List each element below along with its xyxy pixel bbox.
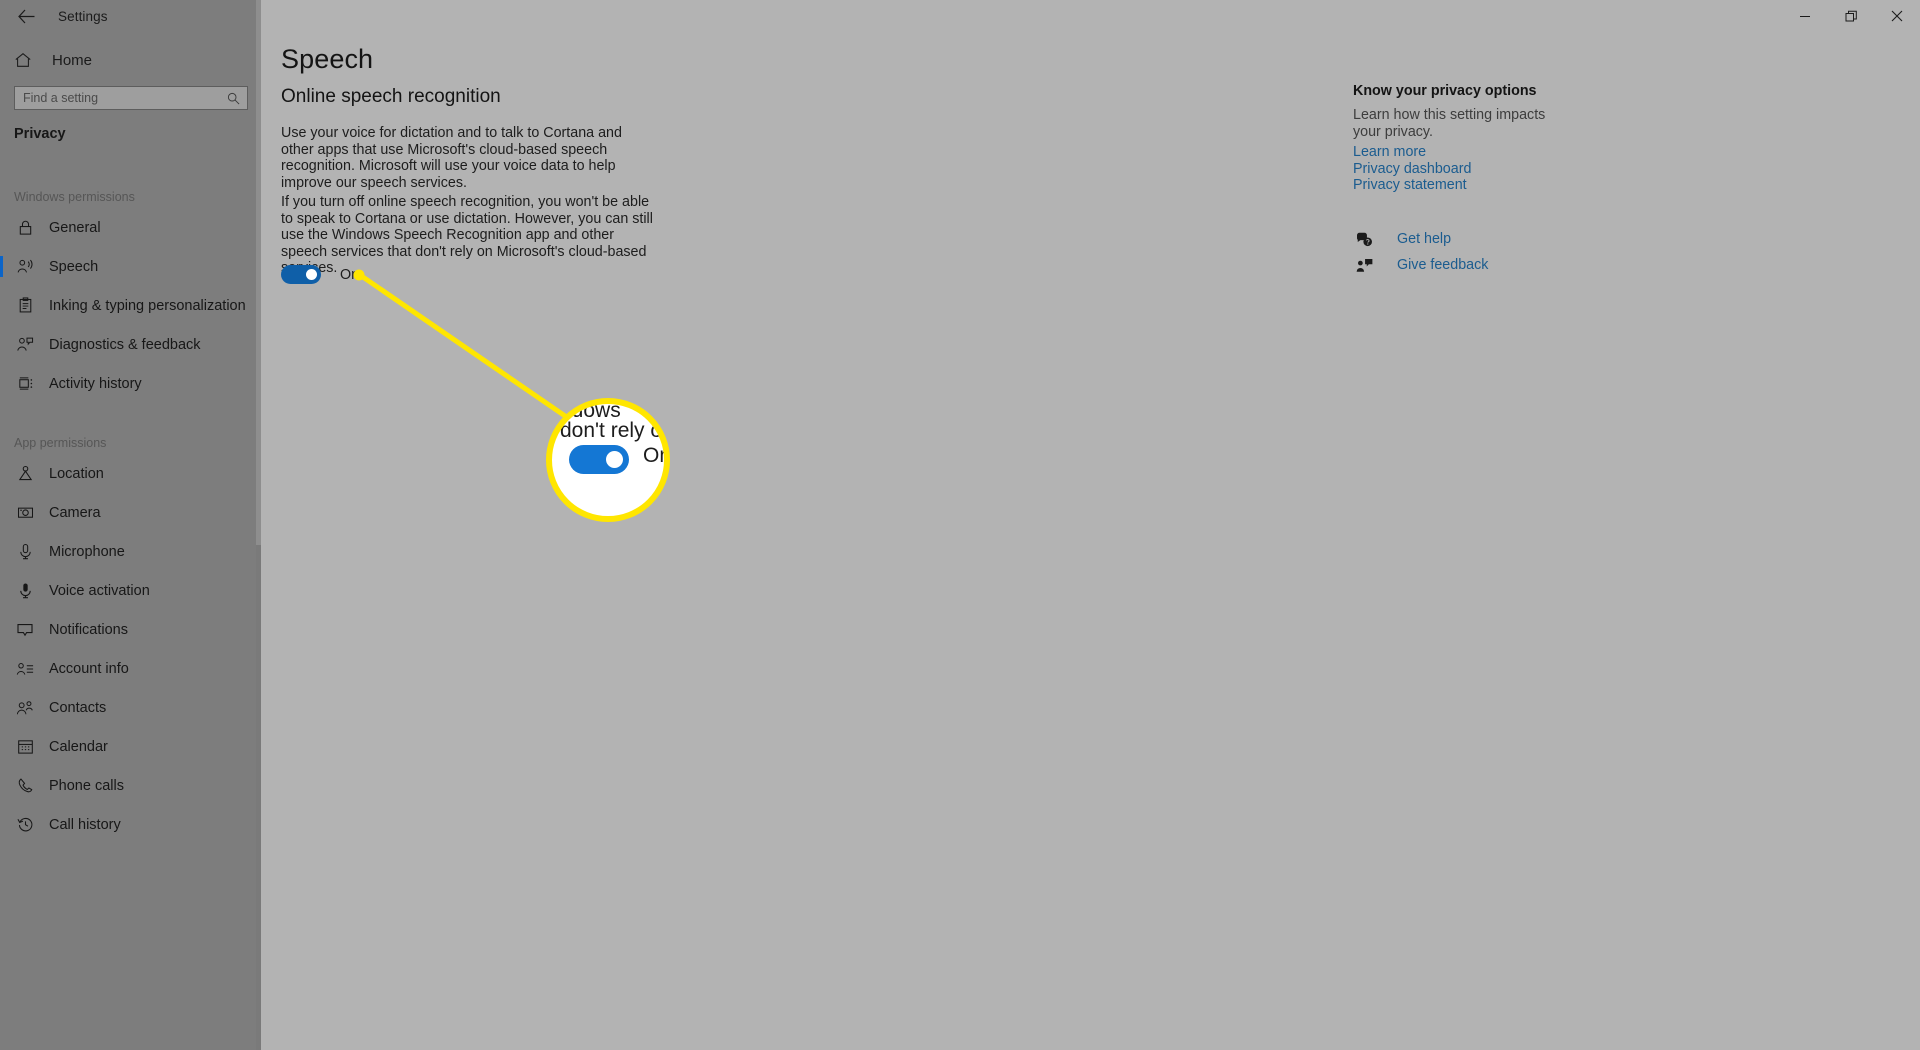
give-feedback-action[interactable]: Give feedback xyxy=(1353,257,1488,273)
nav-group-windows-permissions: Windows permissions General Speech Inkin… xyxy=(0,186,261,403)
toggle-state-label: On xyxy=(340,266,360,283)
online-speech-recognition-toggle[interactable] xyxy=(281,265,321,284)
sidebar-item-calendar[interactable]: Calendar xyxy=(0,727,250,766)
main-content: Speech Online speech recognition Use you… xyxy=(261,0,1920,1050)
give-feedback-label: Give feedback xyxy=(1397,257,1489,273)
sidebar-item-speech[interactable]: Speech xyxy=(0,247,250,286)
sidebar-item-call-history[interactable]: Call history xyxy=(0,805,250,844)
back-button[interactable] xyxy=(4,0,48,32)
sidebar-category-title: Privacy xyxy=(14,126,66,142)
sidebar-item-account-info[interactable]: Account info xyxy=(0,649,250,688)
sidebar-item-diagnostics-feedback[interactable]: Diagnostics & feedback xyxy=(0,325,250,364)
sidebar-item-home[interactable]: Home xyxy=(0,44,250,76)
nav-group-app-permissions: App permissions Location Camera Micropho… xyxy=(0,432,261,844)
sidebar-item-inking-typing-personalization-label: Inking & typing personalization xyxy=(49,297,246,314)
sidebar-item-microphone[interactable]: Microphone xyxy=(0,532,250,571)
right-pane-subtitle: Learn how this setting impacts your priv… xyxy=(1353,107,1546,140)
sidebar-item-notifications[interactable]: Notifications xyxy=(0,610,250,649)
contacts-icon xyxy=(14,697,36,719)
sidebar-item-phone-calls-label: Phone calls xyxy=(49,777,124,794)
account-info-icon xyxy=(14,658,36,680)
sidebar-scroll-area: Home Privacy Windows permissions xyxy=(0,0,261,1050)
sidebar-item-account-info-label: Account info xyxy=(49,660,129,677)
sidebar-item-activity-history[interactable]: Activity history xyxy=(0,364,250,403)
title-bar: Settings xyxy=(0,0,1920,32)
sidebar-item-microphone-label: Microphone xyxy=(49,543,125,560)
notification-icon xyxy=(14,619,36,641)
right-pane-title: Know your privacy options xyxy=(1353,83,1537,99)
sidebar-item-calendar-label: Calendar xyxy=(49,738,108,755)
link-privacy-dashboard[interactable]: Privacy dashboard xyxy=(1353,161,1471,177)
window-controls xyxy=(1782,0,1920,32)
nav-group-label-app-permissions: App permissions xyxy=(14,436,107,450)
online-speech-recognition-toggle-row[interactable]: On xyxy=(281,265,359,284)
sidebar-item-location[interactable]: Location xyxy=(0,454,250,493)
link-privacy-statement[interactable]: Privacy statement xyxy=(1353,177,1467,193)
home-icon xyxy=(14,51,38,69)
sidebar-item-speech-label: Speech xyxy=(49,258,99,275)
voice-activation-icon xyxy=(14,580,36,602)
window-title: Settings xyxy=(58,8,108,24)
sidebar-item-phone-calls[interactable]: Phone calls xyxy=(0,766,250,805)
feedback-person-icon xyxy=(1353,258,1375,273)
section-heading: Online speech recognition xyxy=(281,86,501,107)
sidebar-item-contacts[interactable]: Contacts xyxy=(0,688,250,727)
person-feedback-icon xyxy=(14,334,36,356)
sidebar-item-camera[interactable]: Camera xyxy=(0,493,250,532)
calendar-icon xyxy=(14,736,36,758)
toggle-knob xyxy=(306,269,317,280)
clipboard-pen-icon xyxy=(14,295,36,317)
search-box[interactable] xyxy=(14,86,248,110)
get-help-action[interactable]: Get help xyxy=(1353,231,1451,247)
sidebar-item-voice-activation[interactable]: Voice activation xyxy=(0,571,250,610)
sidebar-item-notifications-label: Notifications xyxy=(49,621,128,638)
sidebar-item-camera-label: Camera xyxy=(49,504,101,521)
description-paragraph-1: Use your voice for dictation and to talk… xyxy=(281,125,622,191)
restore-icon[interactable] xyxy=(1828,0,1874,32)
sidebar-item-general[interactable]: General xyxy=(0,208,250,247)
link-learn-more[interactable]: Learn more xyxy=(1353,144,1426,160)
location-pin-icon xyxy=(14,463,36,485)
sidebar-item-home-label: Home xyxy=(52,51,93,69)
sidebar-item-activity-history-label: Activity history xyxy=(49,375,142,392)
settings-window: Settings Home Find a setting Privacy Win… xyxy=(0,0,1920,1050)
page-title: Speech xyxy=(281,44,374,74)
help-chat-icon xyxy=(1353,232,1375,247)
get-help-label: Get help xyxy=(1397,231,1452,247)
lock-icon xyxy=(14,217,36,239)
sidebar-item-call-history-label: Call history xyxy=(49,816,121,833)
sidebar-item-contacts-label: Contacts xyxy=(49,699,107,716)
search-input[interactable] xyxy=(15,91,227,105)
sidebar: Home Privacy Windows permissions xyxy=(0,0,261,1050)
sidebar-item-location-label: Location xyxy=(49,465,104,482)
sidebar-scrollbar-thumb[interactable] xyxy=(256,0,261,545)
call-history-icon xyxy=(14,814,36,836)
activity-history-icon xyxy=(14,373,36,395)
minimize-icon[interactable] xyxy=(1782,0,1828,32)
nav-group-label-windows-permissions: Windows permissions xyxy=(14,190,135,204)
sidebar-item-inking-typing-personalization[interactable]: Inking & typing personalization xyxy=(0,286,250,325)
speech-person-icon xyxy=(14,256,36,278)
microphone-icon xyxy=(14,541,36,563)
search-icon xyxy=(227,92,247,105)
sidebar-item-voice-activation-label: Voice activation xyxy=(49,582,150,599)
phone-icon xyxy=(14,775,36,797)
sidebar-scrollbar[interactable] xyxy=(256,0,261,1050)
sidebar-item-general-label: General xyxy=(49,219,101,236)
close-icon[interactable] xyxy=(1874,0,1920,32)
sidebar-item-diagnostics-feedback-label: Diagnostics & feedback xyxy=(49,336,201,353)
camera-icon xyxy=(14,502,36,524)
